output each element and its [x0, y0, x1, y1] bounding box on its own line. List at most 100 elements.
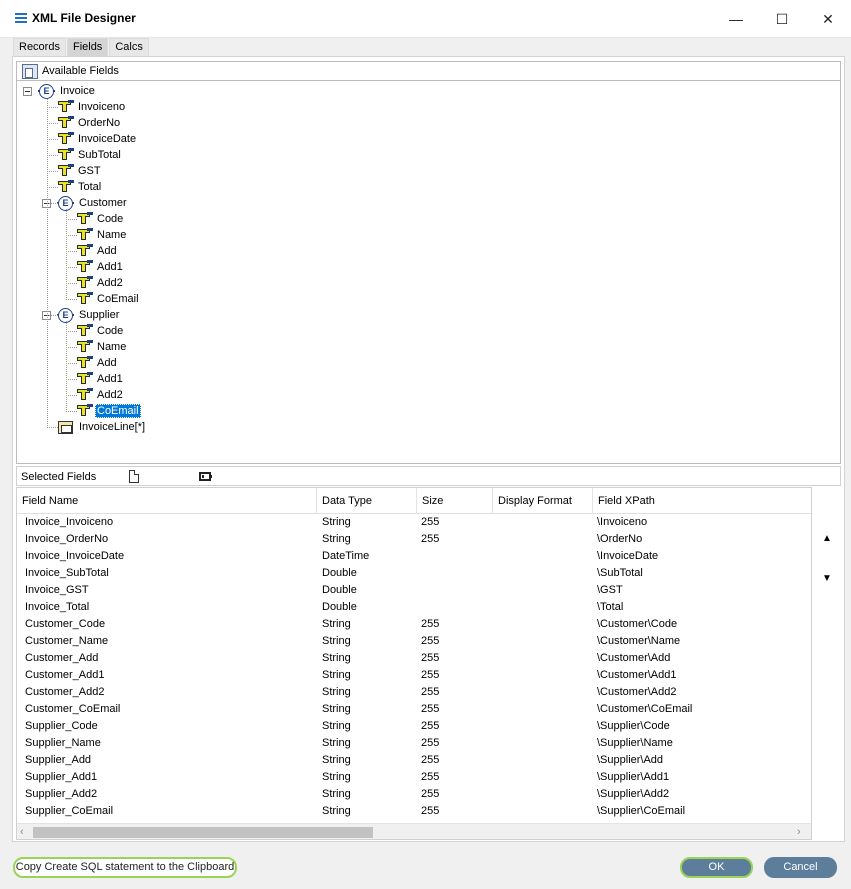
field-xpath-cell: \Customer\Add — [597, 652, 671, 664]
table-row[interactable]: Supplier_Add1 String 255 \Supplier\Add1 — [17, 769, 811, 786]
field-icon — [77, 388, 93, 401]
table-row[interactable]: Customer_Name String 255 \Customer\Name — [17, 633, 811, 650]
tree-node-element[interactable]: Supplier — [57, 307, 121, 323]
tree-node-label: Name — [97, 341, 127, 353]
tree-node-label: Invoice — [60, 85, 95, 97]
table-row[interactable]: Customer_Add String 255 \Customer\Add — [17, 650, 811, 667]
tree-node-attribute[interactable]: Invoiceno — [58, 99, 127, 115]
horizontal-scrollbar[interactable]: ‹ › — [17, 823, 811, 839]
table-row[interactable]: Supplier_Name String 255 \Supplier\Name — [17, 735, 811, 752]
tree-node-attribute[interactable]: Add — [77, 243, 119, 259]
tree-node-attribute[interactable]: Add2 — [77, 275, 125, 291]
tree-node-attribute[interactable]: Code — [77, 211, 125, 227]
tree-node-attribute[interactable]: CoEmail — [77, 291, 141, 307]
table-row[interactable]: Invoice_Invoiceno String 255 \Invoiceno — [17, 514, 811, 531]
data-type-cell: Double — [322, 601, 357, 613]
tree-node-attribute[interactable]: CoEmail — [77, 403, 141, 419]
tree-node-label: CoEmail — [95, 404, 141, 418]
tree-node-label: Add2 — [97, 389, 123, 401]
tree-node-attribute[interactable]: GST — [58, 163, 103, 179]
table-row[interactable]: Customer_Add2 String 255 \Customer\Add2 — [17, 684, 811, 701]
tab-fields[interactable]: Fields — [66, 38, 109, 56]
move-up-icon[interactable]: ▲ — [820, 533, 834, 545]
ok-button[interactable]: OK — [680, 857, 753, 878]
tree-connector — [47, 99, 48, 428]
tree-node-attribute[interactable]: Total — [58, 179, 103, 195]
tree-node-attribute[interactable]: Code — [77, 323, 125, 339]
tree-node-attribute[interactable]: Add2 — [77, 387, 125, 403]
tree-node-attribute[interactable]: Add — [77, 355, 119, 371]
tab-records[interactable]: Records — [13, 38, 66, 56]
tab-calcs[interactable]: Calcs — [109, 38, 149, 56]
tree-node-label: CoEmail — [97, 293, 139, 305]
collapse-toggle-icon[interactable] — [23, 87, 32, 96]
size-cell: 255 — [421, 533, 440, 545]
tree-node-attribute[interactable]: SubTotal — [58, 147, 123, 163]
tree-connector — [66, 379, 77, 380]
tree-node-attribute[interactable]: Add1 — [77, 371, 125, 387]
size-cell: 255 — [421, 771, 440, 783]
column-header-size[interactable]: Size — [417, 488, 493, 514]
tree-node-attribute[interactable]: InvoiceDate — [58, 131, 138, 147]
film-strip-icon[interactable] — [199, 472, 212, 481]
table-row[interactable]: Customer_Code String 255 \Customer\Code — [17, 616, 811, 633]
size-cell: 255 — [421, 516, 440, 528]
data-type-cell: String — [322, 788, 351, 800]
tree-node-attribute[interactable]: Name — [77, 227, 128, 243]
table-row[interactable]: Customer_Add1 String 255 \Customer\Add1 — [17, 667, 811, 684]
tree-connector — [47, 171, 58, 172]
table-row[interactable]: Supplier_CoEmail String 255 \Supplier\CoEma… — [17, 803, 811, 820]
table-row[interactable]: Invoice_Total Double \Total — [17, 599, 811, 616]
table-row[interactable]: Customer_CoEmail String 255 \Customer\CoEma… — [17, 701, 811, 718]
field-name-cell: Invoice_InvoiceDate — [25, 550, 125, 562]
column-header-display-format[interactable]: Display Format — [493, 488, 593, 514]
maximize-button[interactable]: ☐ — [759, 0, 805, 38]
tree-connector — [47, 315, 58, 316]
field-name-cell: Invoice_GST — [25, 584, 89, 596]
field-list-icon — [22, 64, 38, 79]
table-row[interactable]: Supplier_Add String 255 \Supplier\Add — [17, 752, 811, 769]
field-name-cell: Customer_Add2 — [25, 686, 105, 698]
tree-connector — [66, 209, 67, 300]
scrollbar-thumb[interactable] — [33, 827, 373, 838]
column-header-field-xpath[interactable]: Field XPath — [593, 488, 811, 514]
selected-fields-grid[interactable]: Field Name Data Type Size Display Format… — [16, 487, 812, 840]
data-type-cell: String — [322, 771, 351, 783]
move-down-icon[interactable]: ▼ — [820, 573, 834, 585]
available-fields-tree[interactable]: Invoice Invoiceno OrderNo InvoiceDate SubTot… — [16, 81, 841, 464]
field-name-cell: Invoice_Invoiceno — [25, 516, 114, 528]
tree-node-label: Total — [78, 181, 102, 193]
tree-connector — [66, 347, 77, 348]
tree-connector — [47, 139, 58, 140]
tree-node-attribute[interactable]: OrderNo — [58, 115, 122, 131]
tree-node-collection[interactable]: InvoiceLine[*] — [58, 419, 147, 435]
data-type-cell: DateTime — [322, 550, 370, 562]
element-icon — [38, 83, 55, 99]
table-row[interactable]: Invoice_OrderNo String 255 \OrderNo — [17, 531, 811, 548]
tree-node-element[interactable]: Invoice — [38, 83, 97, 99]
field-icon — [77, 356, 93, 369]
table-row[interactable]: Invoice_InvoiceDate DateTime \InvoiceDate — [17, 548, 811, 565]
field-name-cell: Supplier_Code — [25, 720, 98, 732]
tree-connector — [47, 107, 58, 108]
new-document-icon[interactable] — [129, 470, 139, 483]
table-row[interactable]: Invoice_GST Double \GST — [17, 582, 811, 599]
column-header-data-type[interactable]: Data Type — [317, 488, 417, 514]
field-name-cell: Invoice_OrderNo — [25, 533, 109, 545]
table-row[interactable]: Supplier_Add2 String 255 \Supplier\Add2 — [17, 786, 811, 803]
copy-sql-button[interactable]: Copy Create SQL statement to the Clipboa… — [13, 857, 237, 878]
tree-node-element[interactable]: Customer — [57, 195, 129, 211]
table-row[interactable]: Supplier_Code String 255 \Supplier\Code — [17, 718, 811, 735]
minimize-button[interactable]: — — [713, 0, 759, 38]
size-cell: 255 — [421, 788, 440, 800]
cancel-button[interactable]: Cancel — [764, 857, 837, 878]
close-button[interactable]: ✕ — [805, 0, 851, 38]
column-header-field-name[interactable]: Field Name — [17, 488, 317, 514]
tree-node-attribute[interactable]: Name — [77, 339, 128, 355]
tree-node-label: Customer — [79, 197, 127, 209]
scroll-right-icon[interactable]: › — [797, 826, 807, 838]
table-row[interactable]: Invoice_SubTotal Double \SubTotal — [17, 565, 811, 582]
data-type-cell: String — [322, 720, 351, 732]
tree-node-attribute[interactable]: Add1 — [77, 259, 125, 275]
scroll-left-icon[interactable]: ‹ — [20, 826, 30, 838]
